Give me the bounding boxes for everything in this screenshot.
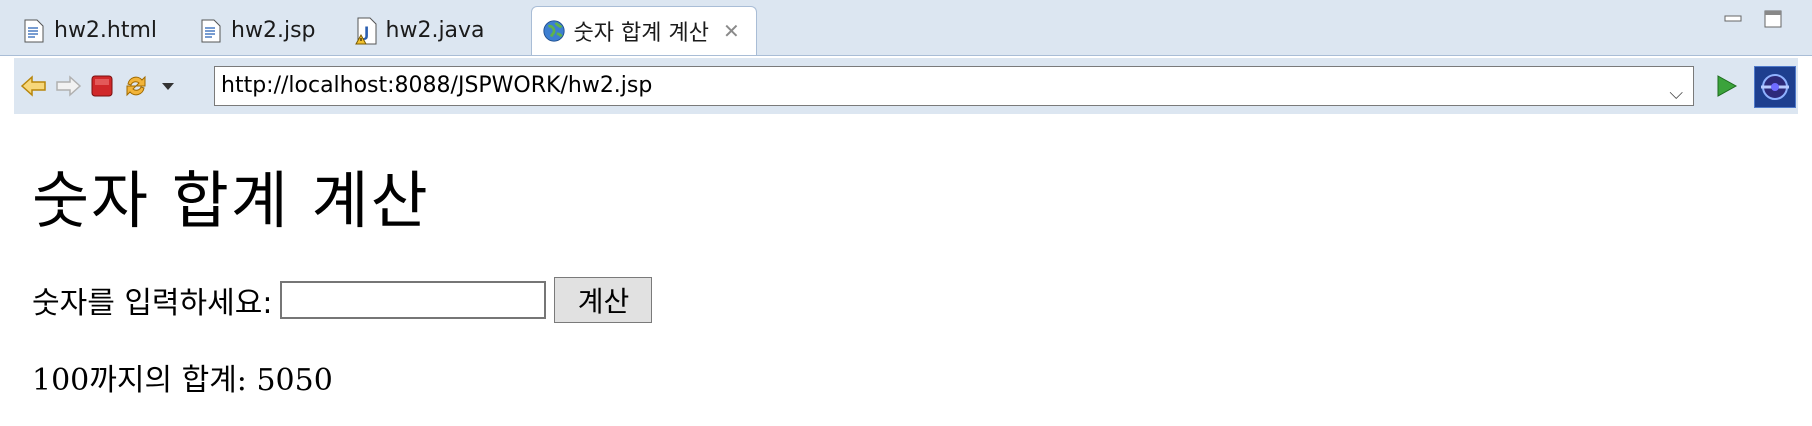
caret-down-icon bbox=[162, 83, 174, 90]
sum-result-text: 100까지의 합계: 5050 bbox=[32, 363, 333, 398]
sum-form: 숫자를 입력하세요: 계산 bbox=[32, 277, 653, 323]
page-content: 숫자 합계 계산 bbox=[32, 150, 430, 240]
back-button[interactable] bbox=[20, 72, 48, 100]
browser-toolbar: http://localhost:8088/JSPWORK/hw2.jsp ⌵ bbox=[14, 58, 1798, 114]
editor-tab-bar: hw2.html hw2.jsp J hw2.java 숫자 합계 계산 ✕ bbox=[0, 0, 1812, 56]
tab-label: 숫자 합계 계산 bbox=[573, 21, 709, 46]
html-file-icon bbox=[22, 17, 46, 45]
calculate-button[interactable]: 계산 bbox=[554, 277, 653, 323]
jsp-file-icon bbox=[199, 17, 223, 45]
java-file-warning-icon: J bbox=[354, 17, 378, 45]
tab-hw2-java[interactable]: J hw2.java bbox=[344, 6, 497, 55]
forward-button[interactable] bbox=[54, 72, 82, 100]
minimize-icon[interactable] bbox=[1724, 10, 1742, 28]
svg-text:J: J bbox=[363, 25, 369, 41]
tab-label: hw2.jsp bbox=[231, 18, 316, 43]
tab-hw2-html[interactable]: hw2.html bbox=[12, 6, 169, 55]
number-prompt-label: 숫자를 입력하세요: bbox=[32, 286, 273, 321]
page-heading: 숫자 합계 계산 bbox=[32, 164, 430, 237]
go-button[interactable] bbox=[1712, 72, 1740, 100]
tab-label: hw2.html bbox=[54, 18, 158, 43]
url-bar[interactable]: http://localhost:8088/JSPWORK/hw2.jsp ⌵ bbox=[214, 66, 1694, 106]
tab-sum-calculator[interactable]: 숫자 합계 계산 ✕ bbox=[530, 6, 757, 55]
forward-arrow-icon bbox=[56, 75, 82, 97]
tab-list: hw2.html hw2.jsp J hw2.java 숫자 합계 계산 ✕ bbox=[12, 6, 757, 55]
eclipse-browser-icon[interactable] bbox=[1754, 66, 1796, 108]
globe-icon bbox=[542, 17, 566, 45]
url-text: http://localhost:8088/JSPWORK/hw2.jsp bbox=[221, 73, 653, 98]
history-dropdown-button[interactable] bbox=[154, 72, 182, 100]
window-controls bbox=[1724, 10, 1782, 28]
stop-icon bbox=[91, 75, 113, 97]
tab-hw2-jsp[interactable]: hw2.jsp bbox=[189, 6, 327, 55]
stop-button[interactable] bbox=[88, 72, 116, 100]
close-tab-icon[interactable]: ✕ bbox=[723, 19, 740, 43]
maximize-icon[interactable] bbox=[1764, 10, 1782, 28]
refresh-icon bbox=[126, 75, 146, 97]
play-icon bbox=[1717, 75, 1738, 97]
refresh-button[interactable] bbox=[122, 72, 150, 100]
back-arrow-icon bbox=[20, 75, 46, 97]
chevron-down-icon[interactable]: ⌵ bbox=[1669, 75, 1683, 113]
tab-label: hw2.java bbox=[385, 18, 485, 43]
number-input[interactable] bbox=[280, 281, 547, 319]
